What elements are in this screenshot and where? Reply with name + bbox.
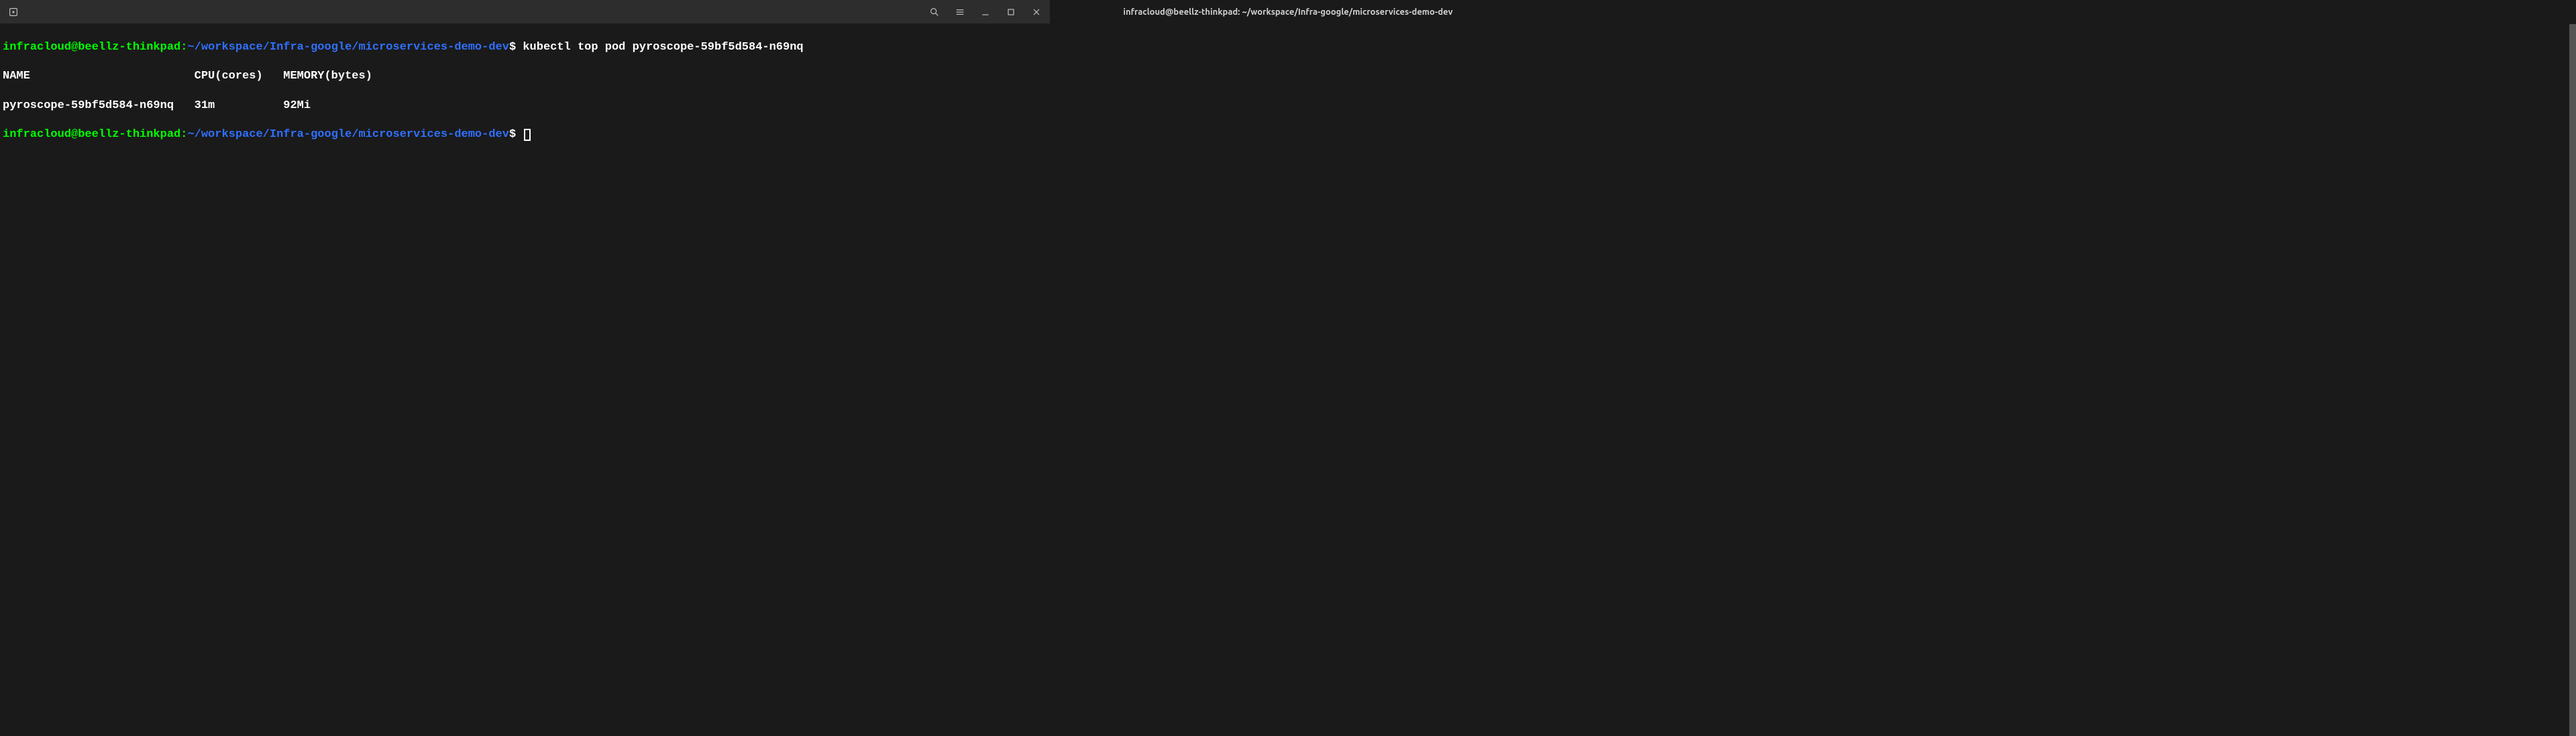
prompt-path: ~/workspace/Infra-google/microservices-d… (187, 128, 508, 141)
maximize-button[interactable] (1004, 5, 1018, 19)
close-button[interactable] (1030, 5, 1043, 19)
window-title: infracloud@beellz-thinkpad: ~/workspace/… (1123, 7, 1452, 17)
scrollbar[interactable] (2569, 24, 2576, 736)
scrollbar-thumb[interactable] (2569, 24, 2576, 736)
prompt-separator: : (180, 41, 187, 54)
prompt-user: infracloud@beellz-thinkpad (3, 128, 180, 141)
new-tab-button[interactable] (7, 5, 20, 19)
command-line-1: infracloud@beellz-thinkpad:~/workspace/I… (3, 40, 1047, 55)
output-header: NAME CPU(cores) MEMORY(bytes) (3, 69, 1047, 84)
prompt-path: ~/workspace/Infra-google/microservices-d… (187, 41, 508, 54)
window-titlebar: infracloud@beellz-thinkpad: ~/workspace/… (0, 0, 1050, 24)
output-row: pyroscope-59bf5d584-n69nq 31m 92Mi (3, 99, 1047, 113)
cursor (516, 128, 531, 141)
command-line-2: infracloud@beellz-thinkpad:~/workspace/I… (3, 127, 1047, 142)
prompt-separator: : (180, 128, 187, 141)
terminal-output[interactable]: infracloud@beellz-thinkpad:~/workspace/I… (0, 24, 1050, 300)
prompt-symbol: $ (509, 41, 516, 54)
prompt-user: infracloud@beellz-thinkpad (3, 41, 180, 54)
menu-icon[interactable] (953, 5, 967, 19)
prompt-symbol: $ (509, 128, 516, 141)
command-text: kubectl top pod pyroscope-59bf5d584-n69n… (516, 41, 803, 54)
minimize-button[interactable] (979, 5, 992, 19)
search-icon[interactable] (928, 5, 941, 19)
titlebar-right (928, 5, 1043, 19)
cursor-block (524, 129, 531, 141)
titlebar-left (7, 5, 20, 19)
